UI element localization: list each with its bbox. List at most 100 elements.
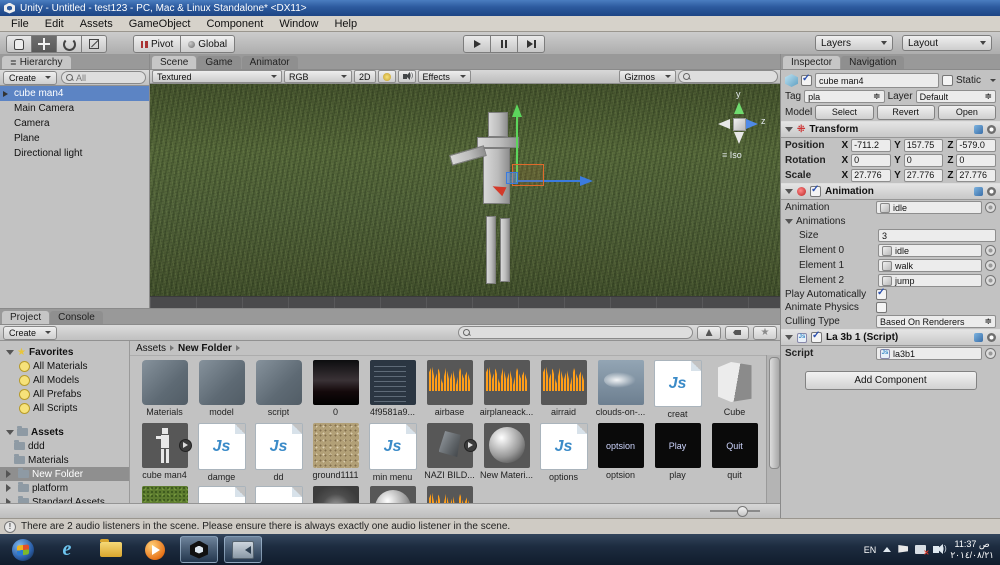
transform-scale-y-field[interactable]: 27.776 (903, 169, 944, 182)
title-bar[interactable]: Unity - Untitled - test123 - PC, Mac & L… (0, 0, 1000, 16)
effects-dropdown[interactable]: Effects (417, 70, 471, 83)
help-icon[interactable] (974, 333, 983, 342)
object-picker-icon[interactable] (985, 275, 996, 286)
transform-position-y-field[interactable]: 157.75 (903, 139, 944, 152)
favorites-item[interactable]: All Materials (0, 359, 129, 373)
toggle-2d[interactable]: 2D (354, 70, 376, 83)
culling-type-dropdown[interactable]: Based On Renderers ≑ (876, 315, 996, 328)
favorites-root[interactable]: ★ Favorites (0, 345, 129, 359)
asset-tile[interactable]: ground1111 (307, 423, 364, 482)
transform-rotation-x-field[interactable]: 0 (851, 154, 891, 167)
favorites-item[interactable]: All Scripts (0, 401, 129, 415)
tree-folder[interactable]: platform (0, 481, 129, 495)
tree-folder[interactable]: Materials (0, 453, 129, 467)
recorder-app-button[interactable] (224, 536, 262, 563)
tag-dropdown[interactable]: pla ≑ (804, 90, 885, 103)
project-search-input[interactable] (458, 326, 693, 339)
tab-inspector[interactable]: Inspector (783, 56, 841, 69)
asset-tile[interactable]: Js creat (649, 360, 706, 419)
assets-root[interactable]: Assets (0, 425, 129, 439)
gear-icon[interactable] (987, 125, 996, 134)
taskbar-clock[interactable]: ص 11:37 ٢٠١٤/٠٨/٢١ (950, 539, 994, 561)
tab-scene[interactable]: Scene (152, 56, 197, 69)
project-create-button[interactable]: Create (3, 325, 58, 340)
asset-tile[interactable]: airbase (421, 360, 478, 419)
asset-tile[interactable]: Quit quit (706, 423, 763, 482)
asset-tile[interactable]: Js dd (250, 423, 307, 482)
menu-help[interactable]: Help (327, 17, 364, 31)
grid-scrollbar[interactable] (766, 355, 780, 504)
gear-icon[interactable] (987, 333, 996, 342)
tab-hierarchy[interactable]: ≣ Hierarchy (2, 56, 71, 69)
scene-search-input[interactable] (678, 70, 778, 83)
volume-icon[interactable] (933, 544, 947, 553)
animation-component-header[interactable]: Animation (781, 183, 1000, 200)
hierarchy-search-input[interactable]: All (61, 71, 146, 84)
element-clip-field[interactable]: jump (878, 274, 982, 287)
tab-navigation[interactable]: Navigation (841, 56, 905, 69)
menu-component[interactable]: Component (199, 17, 270, 31)
help-icon[interactable] (974, 187, 983, 196)
model-select-button[interactable]: Select (815, 105, 874, 120)
rotate-tool-button[interactable] (57, 35, 82, 53)
add-component-button[interactable]: Add Component (804, 371, 977, 390)
object-picker-icon[interactable] (985, 260, 996, 271)
layers-dropdown[interactable]: Layers (815, 35, 893, 51)
preview-play-badge[interactable] (463, 439, 477, 452)
zoom-slider-knob[interactable] (737, 506, 748, 517)
asset-tile[interactable]: clouds-on-... (592, 360, 649, 419)
animation-enabled-checkbox[interactable] (810, 184, 821, 197)
object-name-field[interactable]: cube man4 (815, 73, 939, 88)
gear-icon[interactable] (987, 187, 996, 196)
model-revert-button[interactable]: Revert (876, 105, 935, 120)
transform-rotation-y-field[interactable]: 0 (903, 154, 944, 167)
transform-position-x-field[interactable]: -711.2 (851, 139, 891, 152)
hierarchy-item[interactable]: Camera (0, 116, 149, 131)
object-picker-icon[interactable] (985, 348, 996, 359)
unity-taskbar-button[interactable] (180, 536, 218, 563)
script-enabled-checkbox[interactable] (811, 330, 822, 343)
transform-component-header[interactable]: ⁜ Transform (781, 121, 1000, 138)
tab-console[interactable]: Console (50, 311, 103, 324)
asset-tile[interactable]: airraid (535, 360, 592, 419)
play-automatically-checkbox[interactable] (876, 287, 887, 300)
favorites-item[interactable]: All Models (0, 373, 129, 387)
breadcrumb-segment[interactable]: Assets (136, 343, 166, 354)
element-clip-field[interactable]: walk (878, 259, 982, 272)
foldout-icon[interactable] (785, 335, 793, 340)
language-indicator[interactable]: EN (864, 545, 877, 555)
status-bar[interactable]: ! There are 2 audio listeners in the sce… (0, 518, 1000, 534)
asset-tile[interactable]: Js (250, 486, 307, 504)
scene-viewport[interactable]: y z ≡ Iso (150, 84, 780, 310)
hierarchy-item[interactable]: Plane (0, 131, 149, 146)
projection-label[interactable]: ≡ Iso (722, 150, 742, 160)
internet-explorer-button[interactable]: e (48, 536, 86, 563)
audio-toggle[interactable] (397, 70, 416, 83)
media-player-button[interactable] (136, 536, 174, 563)
menu-edit[interactable]: Edit (38, 17, 71, 31)
asset-tile[interactable]: airplaneack... (478, 360, 535, 419)
foldout-icon[interactable] (6, 429, 14, 435)
search-by-type-button[interactable] (697, 325, 721, 340)
foldout-icon[interactable] (785, 127, 793, 132)
asset-tile[interactable]: Js (193, 486, 250, 504)
hand-tool-button[interactable] (6, 35, 32, 53)
asset-tile[interactable]: Js options (535, 423, 592, 482)
script-field[interactable]: Js la3b1 (876, 347, 982, 360)
search-by-label-button[interactable] (725, 325, 749, 340)
tab-game[interactable]: Game (197, 56, 241, 69)
animation-clip-field[interactable]: idle (876, 201, 982, 214)
asset-tile[interactable]: Cube (706, 360, 763, 419)
tab-project[interactable]: Project (2, 311, 50, 324)
play-button[interactable] (463, 35, 491, 53)
favorites-star-button[interactable]: ★ (753, 325, 777, 340)
foldout-icon[interactable] (6, 484, 15, 492)
tab-animator[interactable]: Animator (241, 56, 298, 69)
object-picker-icon[interactable] (985, 245, 996, 256)
file-explorer-button[interactable] (92, 536, 130, 563)
network-icon[interactable] (915, 545, 929, 557)
active-checkbox[interactable] (801, 73, 812, 86)
object-picker-icon[interactable] (985, 202, 996, 213)
foldout-icon[interactable] (6, 349, 14, 355)
element-clip-field[interactable]: idle (878, 244, 982, 257)
